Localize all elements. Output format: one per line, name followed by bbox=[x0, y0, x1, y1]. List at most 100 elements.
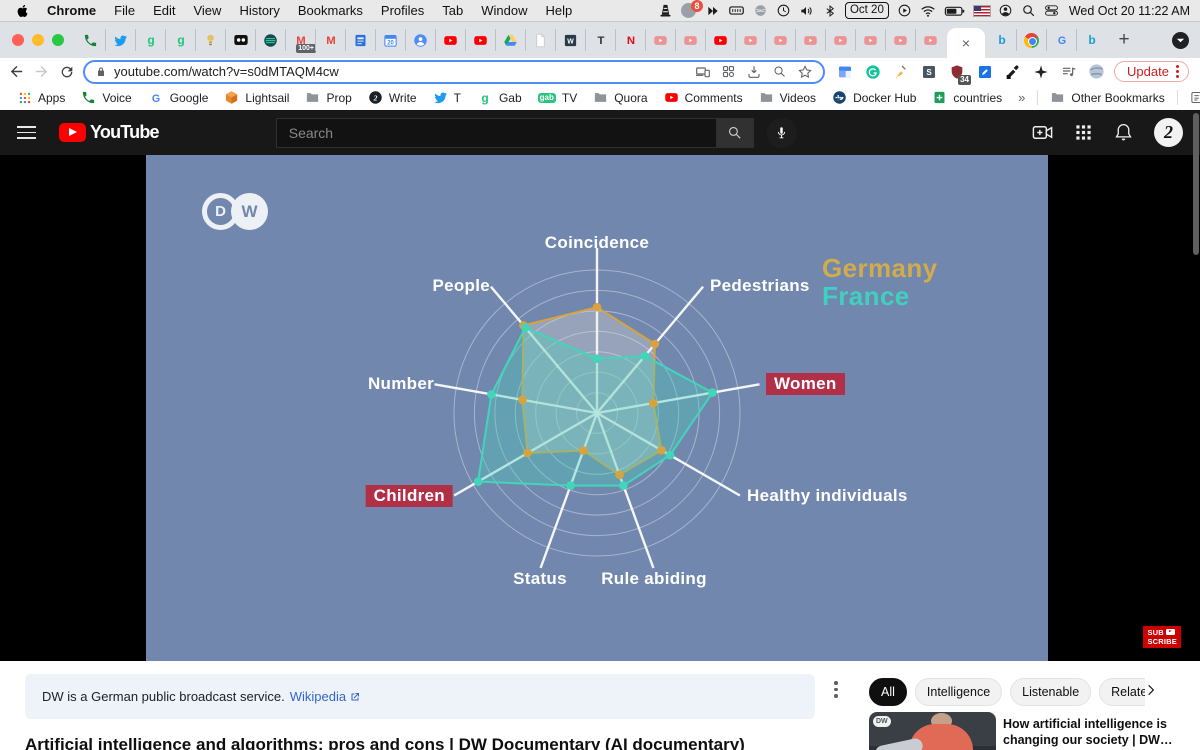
control-center-icon[interactable] bbox=[1044, 3, 1059, 18]
new-tab-button[interactable]: + bbox=[1110, 26, 1138, 54]
wikipedia-link[interactable]: Wikipedia bbox=[290, 689, 361, 704]
pinned-tab-contacts[interactable] bbox=[405, 29, 435, 51]
account-avatar[interactable]: 2 bbox=[1154, 118, 1183, 147]
video-player[interactable]: CoincidencePedestriansWomenHealthy indiv… bbox=[0, 155, 1200, 661]
page-scrollbar[interactable] bbox=[1193, 113, 1199, 255]
pinned-tab-yt-pale[interactable] bbox=[795, 29, 825, 51]
extension-window-blue[interactable] bbox=[834, 61, 855, 82]
forward-button[interactable] bbox=[29, 60, 54, 84]
extension-eyedropper[interactable] bbox=[1002, 61, 1023, 82]
zoom-window-button[interactable] bbox=[52, 34, 64, 46]
pinned-tab-yt-pale[interactable] bbox=[735, 29, 765, 51]
clock-icon[interactable] bbox=[776, 3, 791, 18]
menu-history[interactable]: History bbox=[230, 3, 288, 18]
pinned-tab-yt-bright[interactable] bbox=[705, 29, 735, 51]
pinned-tab-lamp[interactable] bbox=[195, 29, 225, 51]
bookmark-t[interactable]: T bbox=[425, 90, 469, 105]
bookmark-write[interactable]: 2Write bbox=[360, 90, 425, 105]
reading-list[interactable]: Reading List bbox=[1182, 90, 1200, 105]
youtube-logo[interactable]: YouTube bbox=[59, 122, 159, 143]
tab-chrome[interactable] bbox=[1016, 29, 1046, 51]
url-text[interactable]: youtube.com/watch?v=s0dMTAQM4cw bbox=[114, 64, 688, 79]
pinned-tab-youtube[interactable] bbox=[435, 29, 465, 51]
back-button[interactable] bbox=[4, 60, 29, 84]
close-window-button[interactable] bbox=[12, 34, 24, 46]
shark-icon[interactable] bbox=[706, 4, 720, 18]
pinned-tab-yt-pale[interactable] bbox=[675, 29, 705, 51]
menu-view[interactable]: View bbox=[184, 3, 230, 18]
menu-edit[interactable]: Edit bbox=[144, 3, 184, 18]
pinned-tab-page[interactable] bbox=[525, 29, 555, 51]
pinned-tab-phone-green[interactable] bbox=[76, 29, 105, 51]
extension-s-square[interactable]: S bbox=[918, 61, 939, 82]
vlc-cone-icon[interactable] bbox=[658, 3, 673, 18]
pinned-tab-gmail-badged[interactable]: M100+ bbox=[285, 29, 315, 51]
tab-bing[interactable]: b bbox=[987, 29, 1016, 51]
chip-related[interactable]: Related bbox=[1099, 678, 1145, 706]
us-flag-icon[interactable] bbox=[974, 6, 990, 16]
extension-broom[interactable] bbox=[890, 61, 911, 82]
extension-grammarly[interactable] bbox=[862, 61, 883, 82]
pinned-tab-gab[interactable]: g bbox=[165, 29, 195, 51]
bookmark-videos[interactable]: Videos bbox=[751, 90, 824, 105]
pinned-tab-yt-pale[interactable] bbox=[855, 29, 885, 51]
bookmark-tv[interactable]: gabTV bbox=[530, 91, 586, 105]
chips-chevron-right-icon[interactable] bbox=[1144, 683, 1158, 697]
app-badge-icon[interactable]: 8 bbox=[681, 3, 698, 19]
pinned-tab-letter-t[interactable]: T bbox=[585, 29, 615, 51]
minimize-window-button[interactable] bbox=[32, 34, 44, 46]
update-button[interactable]: Update bbox=[1114, 61, 1189, 82]
pinned-tab-flickr[interactable] bbox=[225, 29, 255, 51]
tab-bing[interactable]: b bbox=[1076, 29, 1106, 51]
grid-install-icon[interactable] bbox=[721, 64, 736, 79]
browser-menu-icon[interactable] bbox=[1176, 65, 1179, 78]
menu-tab[interactable]: Tab bbox=[433, 3, 472, 18]
bookmark-gab[interactable]: gGab bbox=[469, 90, 530, 106]
extension-avatar-globe[interactable] bbox=[1086, 61, 1107, 82]
related-video-thumbnail[interactable]: DW bbox=[869, 712, 996, 750]
extension-pinwheel[interactable] bbox=[1030, 61, 1051, 82]
active-tab[interactable]: × bbox=[947, 28, 985, 58]
bookmark-voice[interactable]: Voice bbox=[73, 90, 139, 105]
guide-menu-icon[interactable] bbox=[17, 126, 36, 139]
pinned-tab-stripes[interactable] bbox=[255, 29, 285, 51]
bookmark-prop[interactable]: Prop bbox=[297, 90, 359, 105]
keyboard-icon[interactable] bbox=[728, 2, 745, 19]
pinned-tab-twitter[interactable] bbox=[105, 29, 135, 51]
video-frame[interactable]: CoincidencePedestriansWomenHealthy indiv… bbox=[146, 155, 1048, 661]
search-input[interactable] bbox=[276, 118, 717, 148]
reload-button[interactable] bbox=[54, 60, 79, 84]
volume-icon[interactable] bbox=[799, 3, 815, 19]
bookmark-countries[interactable]: countries bbox=[924, 90, 1010, 105]
chip-intelligence[interactable]: Intelligence bbox=[915, 678, 1002, 706]
related-video-title[interactable]: How artificial intelligence ischanging o… bbox=[1003, 716, 1172, 748]
account-icon[interactable] bbox=[998, 3, 1013, 18]
zoom-search-icon[interactable] bbox=[772, 64, 787, 79]
pinned-tab-yt-pale[interactable] bbox=[885, 29, 915, 51]
battery-icon[interactable] bbox=[944, 0, 966, 22]
url-bar[interactable]: youtube.com/watch?v=s0dMTAQM4cw bbox=[83, 60, 825, 84]
bookmarks-overflow-icon[interactable]: » bbox=[1010, 90, 1033, 105]
star-icon[interactable] bbox=[797, 64, 813, 80]
play-circle-icon[interactable] bbox=[897, 3, 912, 18]
menubar-clock[interactable]: Wed Oct 20 11:22 AM bbox=[1069, 4, 1190, 18]
menu-window[interactable]: Window bbox=[472, 3, 536, 18]
pinned-tab-yt-pale[interactable] bbox=[915, 29, 945, 51]
pinned-tab-yt-pale[interactable] bbox=[645, 29, 675, 51]
pinned-tab-gab[interactable]: g bbox=[135, 29, 165, 51]
wifi-icon[interactable] bbox=[920, 3, 936, 19]
menu-file[interactable]: File bbox=[105, 3, 144, 18]
bookmark-lightsail[interactable]: Lightsail bbox=[216, 90, 297, 105]
menu-profiles[interactable]: Profiles bbox=[372, 3, 433, 18]
bookmark-quora[interactable]: Quora bbox=[585, 90, 655, 105]
extension-queue[interactable] bbox=[1058, 61, 1079, 82]
pinned-tab-netflix[interactable]: N bbox=[615, 29, 645, 51]
apple-menu[interactable] bbox=[6, 4, 38, 18]
date-badge[interactable]: Oct 20 bbox=[845, 2, 889, 19]
pinned-tab-word[interactable]: W bbox=[555, 29, 585, 51]
youtube-apps-icon[interactable] bbox=[1074, 123, 1093, 142]
pinned-tab-yt-pale[interactable] bbox=[825, 29, 855, 51]
notifications-bell-icon[interactable] bbox=[1113, 122, 1134, 143]
close-tab-icon[interactable]: × bbox=[962, 36, 970, 50]
subscribe-watermark[interactable]: SUB SCRIBE bbox=[1143, 626, 1181, 648]
